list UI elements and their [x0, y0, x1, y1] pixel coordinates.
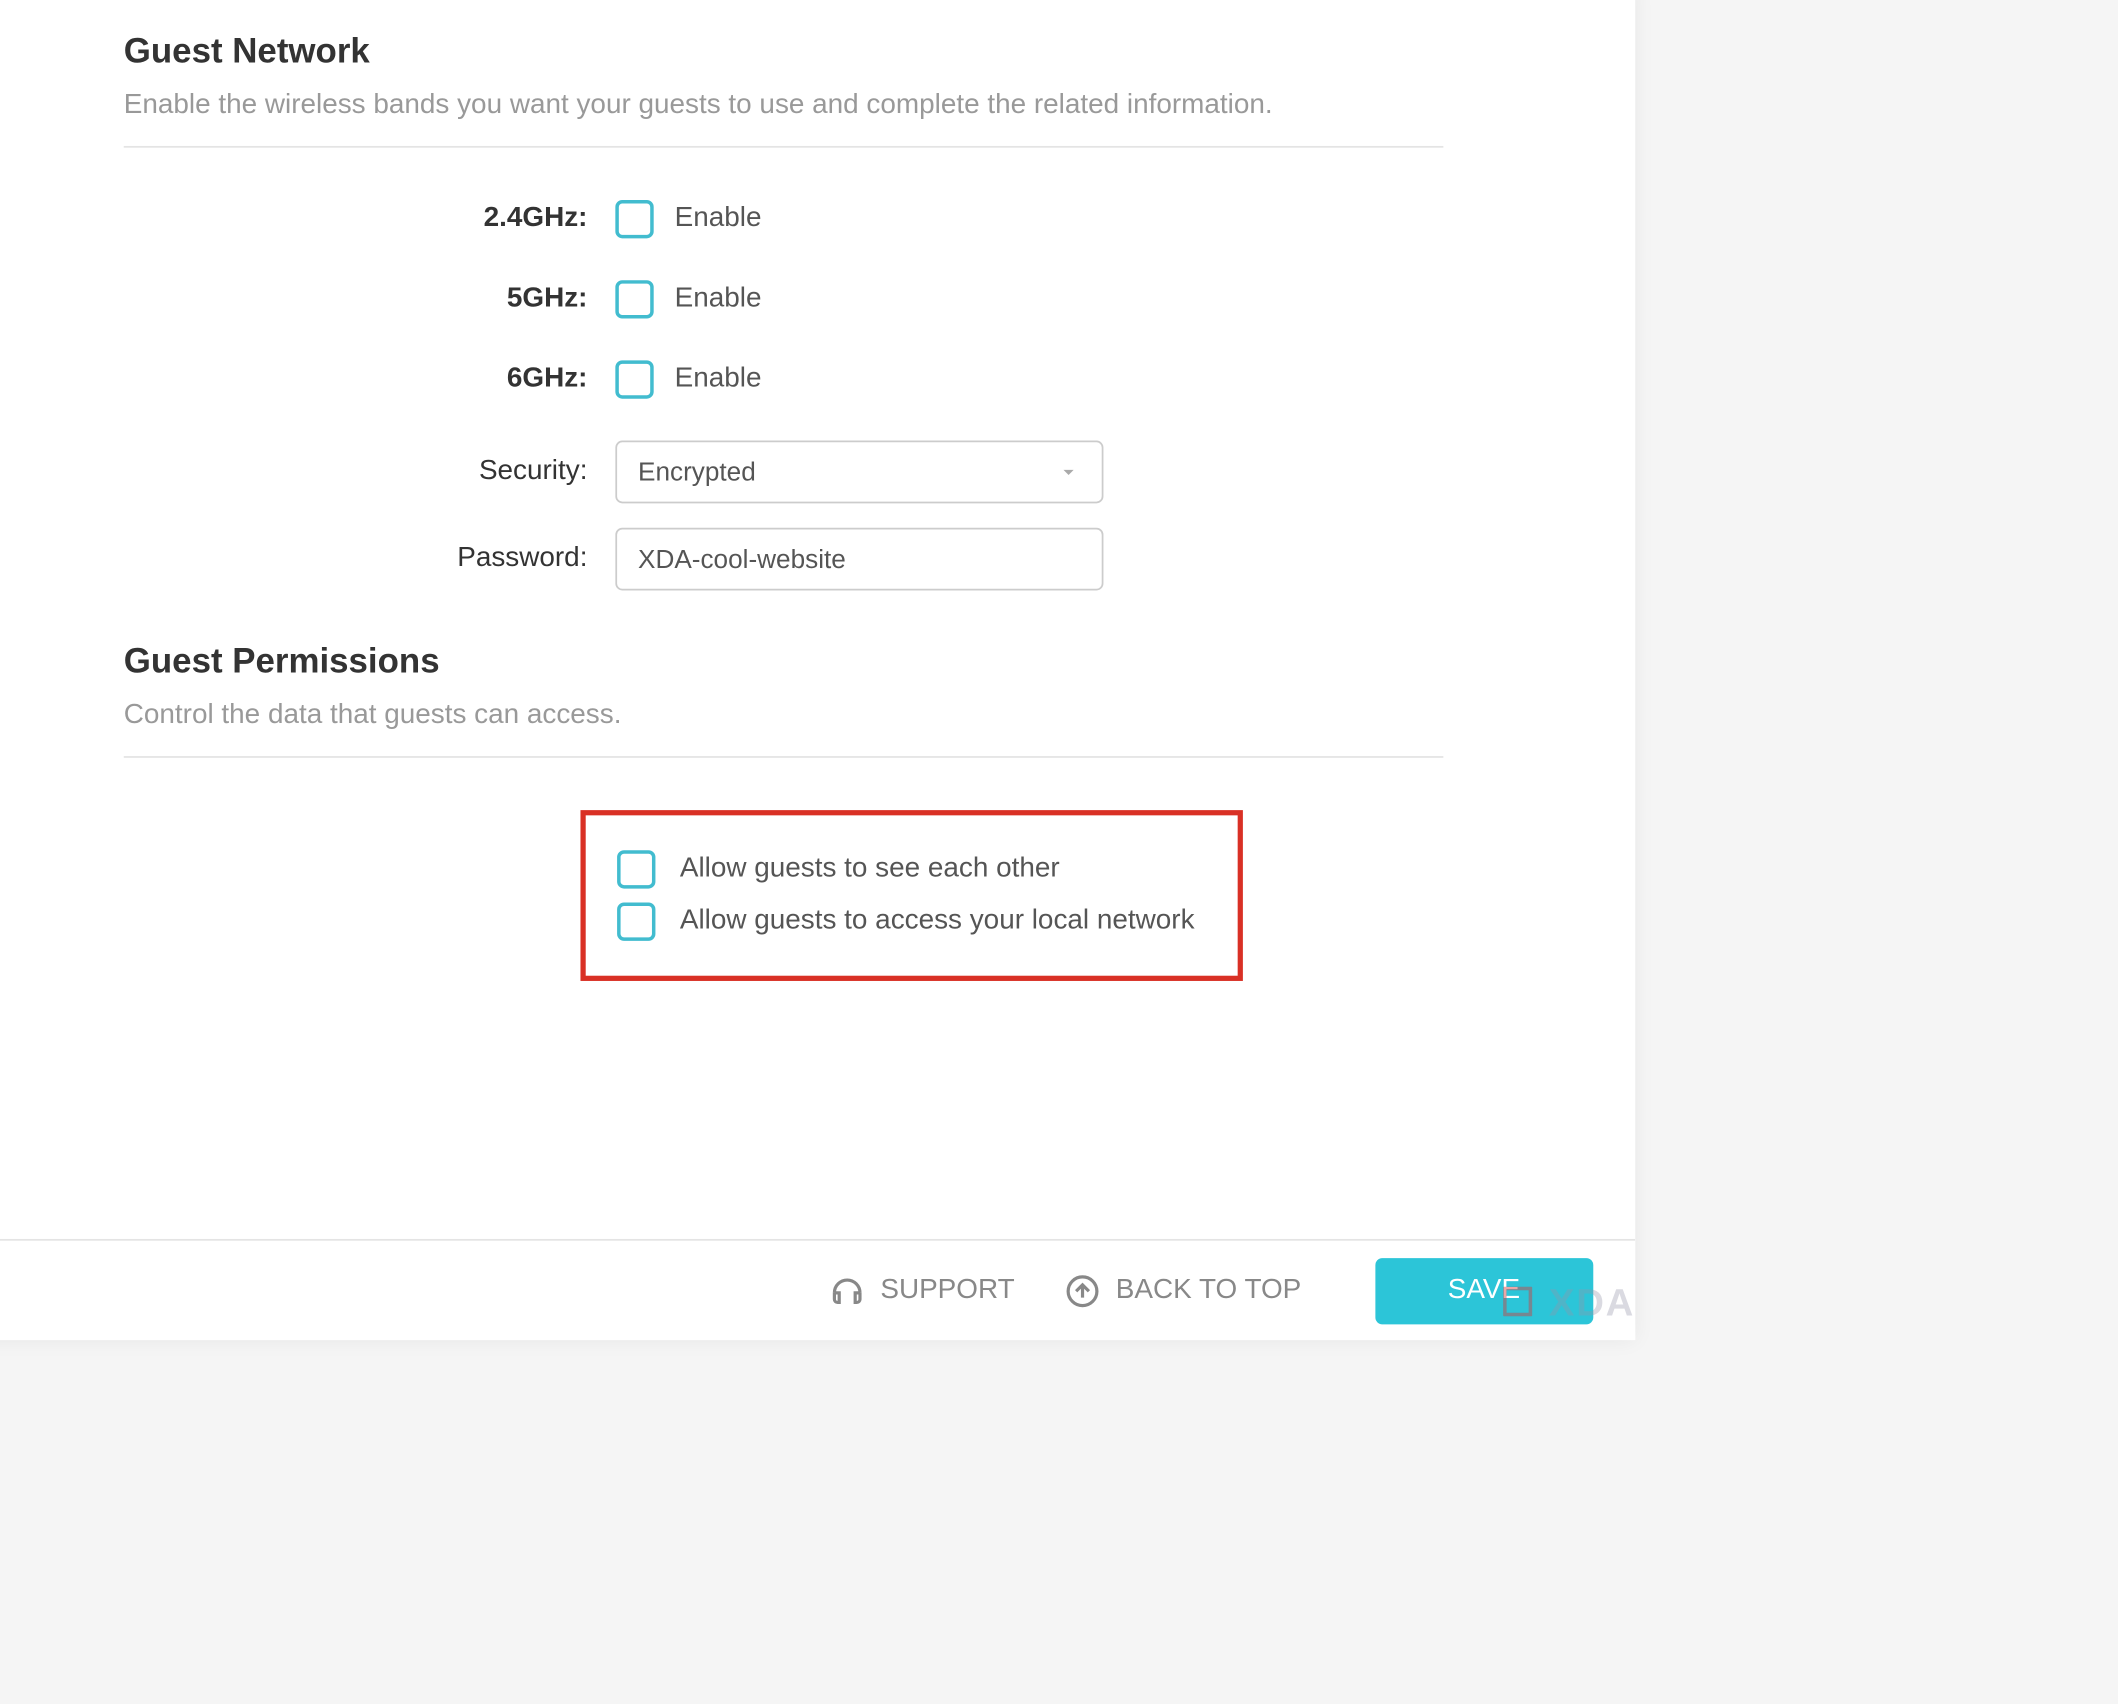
arrow-up-circle-icon [1063, 1271, 1101, 1309]
band-24-label: 2.4GHz: [484, 203, 588, 233]
enable-24ghz-text: Enable [675, 203, 762, 234]
allow-see-each-other-checkbox[interactable] [617, 850, 655, 888]
enable-24ghz-checkbox[interactable] [615, 200, 653, 238]
security-value: Encrypted [638, 457, 756, 487]
security-select[interactable]: Encrypted [615, 441, 1103, 504]
allow-local-network-label: Allow guests to access your local networ… [680, 906, 1195, 937]
allow-see-each-other-label: Allow guests to see each other [680, 854, 1060, 885]
section-desc-guest-network: Enable the wireless bands you want your … [124, 90, 1444, 148]
security-label: Security: [124, 456, 616, 487]
enable-5ghz-text: Enable [675, 284, 762, 315]
headset-icon [828, 1271, 866, 1309]
enable-5ghz-checkbox[interactable] [615, 280, 653, 318]
band-6-label: 6GHz: [507, 364, 588, 394]
password-input[interactable] [615, 528, 1103, 591]
enable-6ghz-text: Enable [675, 364, 762, 395]
enable-6ghz-checkbox[interactable] [615, 360, 653, 398]
password-label: Password: [124, 543, 616, 574]
section-title-guest-network: Guest Network [124, 33, 1444, 73]
support-link[interactable]: SUPPORT [828, 1271, 1015, 1309]
allow-local-network-checkbox[interactable] [617, 903, 655, 941]
section-desc-permissions: Control the data that guests can access. [124, 700, 1444, 758]
section-title-permissions: Guest Permissions [124, 643, 1444, 683]
back-to-top-link[interactable]: BACK TO TOP [1063, 1271, 1301, 1309]
band-5-label: 5GHz: [507, 284, 588, 314]
chevron-down-icon [1056, 460, 1080, 484]
save-button[interactable]: SAVE [1375, 1257, 1594, 1323]
permissions-highlight: Allow guests to see each other Allow gue… [580, 810, 1242, 981]
